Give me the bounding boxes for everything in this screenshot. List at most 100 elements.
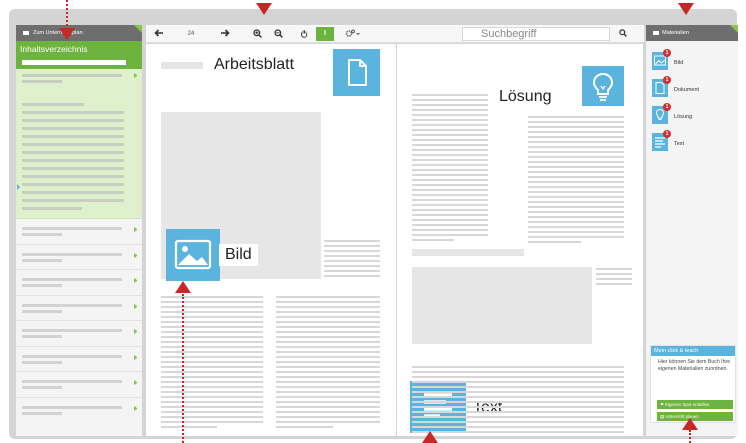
heading-placeholder	[412, 249, 524, 256]
create-spot-button[interactable]: ⚑ Eigenen Spot erstellen	[657, 400, 733, 409]
search-input[interactable]: Suchbegriff	[462, 27, 610, 41]
search-icon	[619, 29, 627, 38]
zoom-in-button[interactable]	[250, 27, 264, 41]
text-placeholder	[412, 234, 488, 236]
text-placeholder	[324, 265, 380, 267]
text-placeholder	[412, 376, 624, 378]
toc-item-selected[interactable]	[16, 69, 142, 219]
material-item-solution[interactable]: 1 Lösung	[652, 103, 732, 126]
text-placeholder	[161, 326, 263, 328]
text-placeholder	[596, 283, 632, 285]
text-placeholder	[276, 426, 333, 428]
text-placeholder	[528, 201, 624, 203]
text-placeholder	[161, 396, 263, 398]
page-number-display[interactable]: 24	[176, 27, 206, 41]
text-placeholder	[528, 151, 624, 153]
material-item-document[interactable]: 1 Dokument	[652, 76, 732, 99]
text-placeholder	[276, 346, 380, 348]
chevron-right-icon	[134, 303, 137, 309]
text-placeholder	[528, 146, 624, 148]
solution-spot-button[interactable]	[582, 66, 624, 106]
text-placeholder	[161, 301, 263, 303]
text-placeholder	[161, 306, 263, 308]
text-placeholder	[161, 406, 263, 408]
toc-item[interactable]	[16, 270, 142, 296]
text-select-tool-button[interactable]: I	[316, 27, 334, 41]
prev-page-button[interactable]	[150, 27, 168, 41]
text-placeholder	[412, 114, 488, 116]
text-placeholder	[324, 250, 380, 252]
text-placeholder	[528, 136, 624, 138]
text-placeholder	[161, 371, 263, 373]
zoom-out-button[interactable]	[271, 27, 285, 41]
back-to-lesson-plan-button[interactable]: Zum Unterrichtsplan	[16, 25, 142, 41]
chevron-right-icon	[134, 227, 137, 232]
text-placeholder	[276, 421, 380, 423]
hand-tool-button[interactable]	[296, 27, 312, 41]
text-placeholder	[161, 316, 263, 318]
toc-item[interactable]	[16, 245, 142, 270]
text-placeholder	[528, 156, 624, 158]
text-placeholder	[276, 316, 380, 318]
text-placeholder	[528, 121, 624, 123]
toc-item[interactable]	[16, 347, 142, 372]
toc-item[interactable]	[16, 398, 142, 424]
text-placeholder	[528, 131, 624, 133]
image-spot-button[interactable]	[166, 229, 220, 281]
text-placeholder	[412, 391, 624, 393]
text-placeholder	[22, 119, 124, 122]
lesson-plan-label: Zum Unterrichtsplan	[33, 30, 83, 36]
progress-bar	[22, 60, 126, 65]
text-placeholder	[276, 416, 380, 418]
text-placeholder	[528, 126, 624, 128]
text-placeholder	[276, 311, 380, 313]
chevron-right-icon	[134, 252, 137, 258]
worksheet-label: Arbeitsblatt	[208, 54, 301, 76]
annotation-arrow-up	[422, 431, 438, 443]
next-page-button[interactable]	[216, 27, 234, 41]
materials-sidebar: Materialien 1 Bild 1 Dokument 1 Lösung 1…	[646, 25, 738, 436]
text-placeholder	[412, 179, 488, 181]
text-placeholder	[276, 366, 380, 368]
text-placeholder	[22, 80, 62, 83]
chevron-right-icon	[134, 278, 137, 283]
chevron-right-icon	[134, 329, 137, 334]
text-placeholder	[276, 301, 380, 303]
edit-corner-icon[interactable]	[730, 25, 738, 33]
material-count-badge: 1	[663, 103, 671, 111]
text-placeholder	[412, 396, 624, 398]
text-placeholder	[412, 426, 624, 428]
material-label: Dokument	[674, 87, 700, 93]
text-placeholder	[276, 386, 380, 388]
material-count-badge: 1	[663, 130, 671, 138]
sidebar-toggle-handle[interactable]	[17, 184, 20, 190]
toc-item[interactable]	[16, 219, 142, 245]
text-placeholder	[412, 104, 488, 106]
search-button[interactable]	[612, 27, 634, 41]
text-placeholder	[22, 143, 124, 146]
text-placeholder	[412, 94, 488, 96]
material-item-text[interactable]: 1 Text	[652, 130, 732, 153]
text-placeholder	[276, 341, 380, 343]
worksheet-spot-button[interactable]	[333, 49, 380, 96]
toc-item[interactable]	[16, 296, 142, 321]
text-placeholder	[528, 226, 624, 228]
text-placeholder	[412, 199, 488, 201]
text-placeholder	[161, 321, 263, 323]
table-of-contents-sidebar: Zum Unterrichtsplan Inhaltsverzeichnis	[16, 25, 142, 436]
toc-item[interactable]	[16, 372, 142, 398]
text-placeholder	[22, 207, 82, 210]
settings-dropdown-button[interactable]	[342, 27, 364, 41]
edit-corner-icon[interactable]	[134, 25, 142, 33]
text-placeholder	[412, 421, 624, 423]
text-placeholder	[276, 336, 380, 338]
text-placeholder	[412, 109, 488, 111]
annotation-arrow-down	[59, 28, 75, 40]
text-placeholder	[412, 229, 488, 231]
toc-item[interactable]	[16, 321, 142, 347]
material-item-image[interactable]: 1 Bild	[652, 49, 732, 72]
text-placeholder	[22, 360, 62, 364]
tab-table-of-contents[interactable]: Inhaltsverzeichnis	[16, 41, 142, 58]
text-placeholder	[276, 321, 380, 323]
gear-icon	[345, 29, 360, 37]
